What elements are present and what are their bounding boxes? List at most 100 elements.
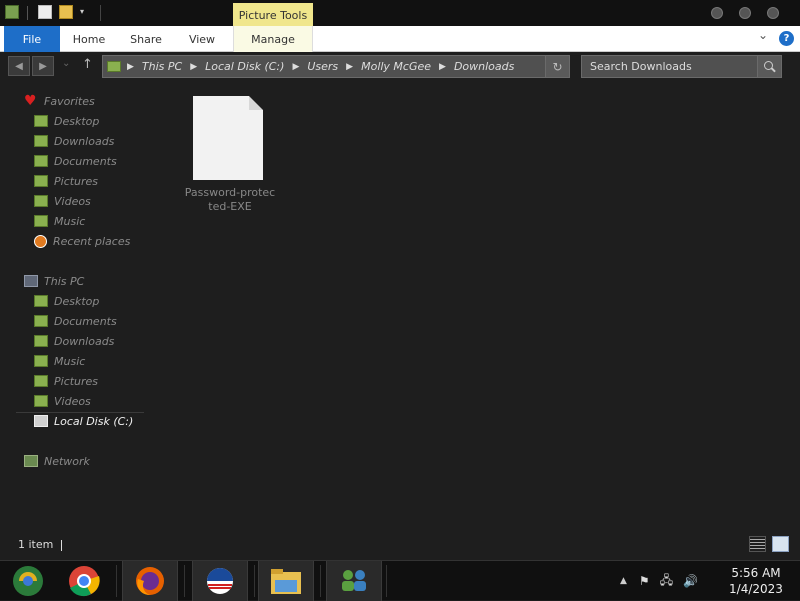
nav-item-label: Pictures — [54, 174, 99, 188]
nav-fav-music[interactable]: Music — [0, 211, 150, 231]
maximize-button[interactable] — [739, 7, 751, 19]
nav-item-label: Music — [54, 354, 86, 368]
volume-icon[interactable]: 🔊 — [683, 574, 698, 588]
desktop-icon — [34, 295, 48, 307]
tab-share[interactable]: Share — [124, 26, 168, 52]
nav-network[interactable]: Network — [0, 451, 150, 471]
nav-pc-documents[interactable]: Documents — [0, 311, 150, 331]
up-arrow-icon[interactable]: ↑ — [82, 57, 93, 72]
explorer-app-icon[interactable] — [5, 5, 19, 19]
status-divider — [61, 540, 62, 551]
system-tray: ▲ ⚑ 🖧 🔊 — [620, 561, 698, 601]
local-disk-icon — [34, 415, 48, 427]
nav-pc-downloads[interactable]: Downloads — [0, 331, 150, 351]
documents-icon — [34, 315, 48, 327]
tab-file[interactable]: File — [4, 26, 60, 52]
nav-pc-desktop[interactable]: Desktop — [0, 291, 150, 311]
properties-icon[interactable] — [38, 5, 52, 19]
large-icons-view-icon[interactable] — [772, 536, 789, 552]
details-view-icon[interactable] — [749, 536, 766, 552]
nav-item-label: Downloads — [54, 134, 115, 148]
nav-item-label: Videos — [54, 194, 91, 208]
nav-pc-pictures[interactable]: Pictures — [0, 371, 150, 391]
downloads-icon — [34, 335, 48, 347]
pictures-icon — [34, 175, 48, 187]
file-item[interactable]: Password-protec ted-EXE — [182, 96, 278, 216]
network-users-icon[interactable] — [326, 561, 382, 601]
expand-ribbon-icon[interactable]: ⌄ — [758, 28, 768, 42]
taskbar-separator — [386, 565, 387, 597]
action-center-flag-icon[interactable]: ⚑ — [639, 574, 650, 588]
nav-fav-pictures[interactable]: Pictures — [0, 171, 150, 191]
recent-locations-icon[interactable]: ⌄ — [62, 58, 70, 69]
item-count: 1 item — [18, 538, 54, 551]
nav-item-label: Recent places — [53, 234, 131, 248]
nav-item-label: Documents — [54, 154, 117, 168]
search-placeholder: Search Downloads — [590, 60, 692, 73]
chevron-right-icon[interactable]: ▶ — [346, 62, 353, 72]
obama-campaign-icon[interactable] — [192, 561, 248, 601]
address-bar[interactable]: ▶ This PC ▶ Local Disk (C:) ▶ Users ▶ Mo… — [102, 55, 570, 78]
taskbar-separator — [254, 565, 255, 597]
breadcrumb-downloads[interactable]: Downloads — [454, 60, 514, 73]
start-orb-icon[interactable] — [0, 561, 56, 601]
nav-pc-videos[interactable]: Videos — [0, 391, 150, 411]
nav-fav-desktop[interactable]: Desktop — [0, 111, 150, 131]
chevron-right-icon[interactable]: ▶ — [127, 62, 134, 72]
breadcrumb-local-disk[interactable]: Local Disk (C:) — [205, 60, 284, 73]
nav-fav-videos[interactable]: Videos — [0, 191, 150, 211]
nav-item-label: Videos — [54, 394, 91, 408]
nav-network-label: Network — [44, 454, 90, 468]
forward-button[interactable]: ▶ — [32, 56, 54, 76]
videos-icon — [34, 195, 48, 207]
nav-item-label: Music — [54, 214, 86, 228]
close-button[interactable] — [767, 7, 779, 19]
search-icon[interactable] — [757, 56, 781, 77]
file-name-line-1: Password-protec — [184, 186, 276, 199]
nav-item-label: Local Disk (C:) — [54, 414, 134, 428]
nav-fav-downloads[interactable]: Downloads — [0, 131, 150, 151]
documents-icon — [34, 155, 48, 167]
chevron-right-icon[interactable]: ▶ — [190, 62, 197, 72]
nav-pc-local-disk[interactable]: Local Disk (C:) — [0, 411, 150, 431]
title-divider — [100, 5, 101, 21]
recent-places-icon — [34, 234, 47, 248]
tab-manage[interactable]: Manage — [233, 26, 313, 52]
nav-this-pc-label: This PC — [44, 274, 85, 288]
file-explorer-icon[interactable] — [258, 561, 314, 601]
nav-item-label: Desktop — [54, 114, 100, 128]
tab-home[interactable]: Home — [66, 26, 112, 52]
minimize-button[interactable] — [711, 7, 723, 19]
clock[interactable]: 5:56 AM 1/4/2023 — [716, 565, 796, 597]
nav-favorites[interactable]: ♥ Favorites — [0, 91, 150, 111]
show-hidden-icons-icon[interactable]: ▲ — [620, 576, 627, 586]
firefox-icon[interactable] — [122, 561, 178, 601]
customize-quick-access-icon[interactable]: ▾ — [80, 8, 90, 16]
nav-fav-recent-places[interactable]: Recent places — [0, 231, 150, 251]
help-icon[interactable]: ? — [779, 31, 794, 46]
taskbar-separator — [116, 565, 117, 597]
nav-item-label: Documents — [54, 314, 117, 328]
explorer-window: ▾ Picture Tools File Home Share View Man… — [0, 0, 800, 560]
new-folder-icon[interactable] — [59, 5, 73, 19]
pictures-icon — [34, 375, 48, 387]
network-status-icon[interactable]: 🖧 — [660, 571, 673, 592]
nav-pc-music[interactable]: Music — [0, 351, 150, 371]
nav-item-label: Downloads — [54, 334, 115, 348]
nav-fav-documents[interactable]: Documents — [0, 151, 150, 171]
downloads-icon — [34, 135, 48, 147]
breadcrumb-users[interactable]: Users — [307, 60, 338, 73]
nav-item-label: Pictures — [54, 374, 99, 388]
breadcrumb-user[interactable]: Molly McGee — [361, 60, 431, 73]
chevron-right-icon[interactable]: ▶ — [292, 62, 299, 72]
nav-this-pc[interactable]: This PC — [0, 271, 150, 291]
chevron-right-icon[interactable]: ▶ — [439, 62, 446, 72]
file-name: Password-protec ted-EXE — [182, 186, 278, 214]
back-button[interactable]: ◀ — [8, 56, 30, 76]
search-input[interactable]: Search Downloads — [581, 55, 782, 78]
tab-view[interactable]: View — [181, 26, 223, 52]
refresh-icon[interactable]: ↻ — [545, 56, 569, 77]
file-name-line-2: ted-EXE — [208, 200, 252, 213]
chrome-icon[interactable] — [56, 561, 112, 601]
breadcrumb-this-pc[interactable]: This PC — [142, 60, 182, 73]
